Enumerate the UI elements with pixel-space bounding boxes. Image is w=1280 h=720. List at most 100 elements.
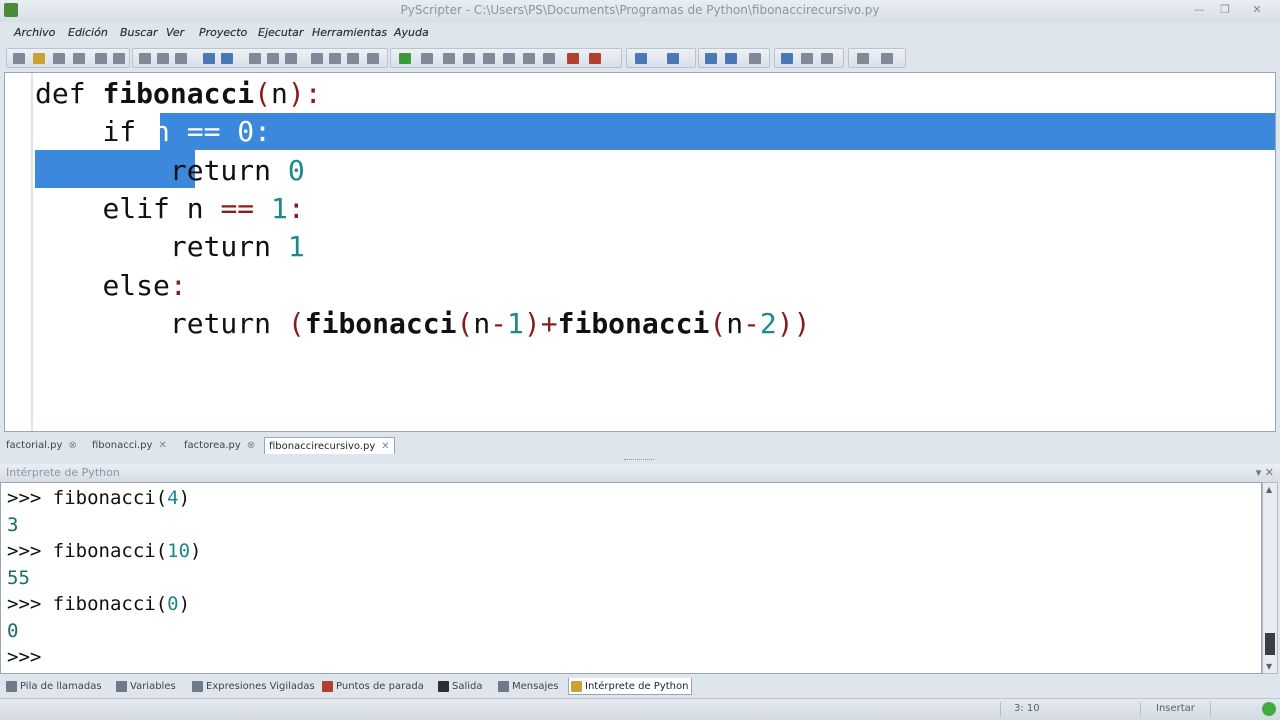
close-tab-icon[interactable]: ⊗ — [68, 440, 76, 451]
layouts-icon[interactable] — [857, 53, 869, 64]
menu-herramientas[interactable]: Herramientas — [312, 26, 387, 39]
window-title: PyScripter - C:\Users\PS\Documents\Progr… — [400, 3, 880, 17]
console-output: 0 — [7, 619, 19, 642]
watches-icon — [192, 681, 203, 692]
selection-highlight — [160, 113, 1275, 150]
menu-bar: Archivo Edición Buscar Ver Proyecto Ejec… — [0, 24, 1280, 44]
run-toolbar-group — [390, 48, 622, 68]
status-ok-icon — [1262, 702, 1276, 716]
tab-factorea[interactable]: factorea.py ⊗ — [180, 437, 259, 454]
close-button[interactable]: ✕ — [1242, 2, 1272, 18]
tab-label: fibonacci.py — [92, 440, 153, 451]
step-over-icon[interactable] — [483, 53, 495, 64]
cursor-position: 3: 10 — [1014, 703, 1040, 714]
tab-fibonaccirecursivo[interactable]: fibonaccirecursivo.py ✕ — [264, 437, 395, 454]
python-interpreter-icon — [571, 681, 582, 692]
tab-label: Expresiones Vigiladas — [206, 681, 315, 692]
tab-breakpoints[interactable]: Puntos de parada — [320, 678, 427, 695]
python-interpreter-console[interactable]: >>> fibonacci(4) 3 >>> fibonacci(10) 55 >>> … — [0, 482, 1262, 674]
word-wrap-icon[interactable] — [749, 53, 761, 64]
interpreter-title: Intérprete de Python — [6, 466, 120, 479]
unsplit-view-icon[interactable] — [725, 53, 737, 64]
scroll-up-icon[interactable]: ▲ — [1266, 485, 1272, 494]
minimize-button[interactable]: — — [1188, 2, 1210, 18]
forward-icon[interactable] — [667, 53, 679, 64]
step-into-icon[interactable] — [463, 53, 475, 64]
tab-watches[interactable]: Expresiones Vigiladas — [190, 678, 318, 695]
copy-icon[interactable] — [157, 53, 169, 64]
close-tab-icon[interactable]: ✕ — [381, 441, 389, 452]
splitter-grip — [624, 459, 654, 461]
replace-icon[interactable] — [285, 53, 297, 64]
format-toolbar-group — [774, 48, 844, 68]
tab-call-stack[interactable]: Pila de llamadas — [4, 678, 105, 695]
tab-python-interpreter[interactable]: Intérprete de Python — [568, 678, 693, 695]
tab-fibonacci[interactable]: fibonacci.py ✕ — [88, 437, 171, 454]
line-numbers-icon[interactable] — [781, 53, 793, 64]
maximize-button[interactable]: ❐ — [1214, 2, 1236, 18]
new-file-icon[interactable] — [13, 53, 25, 64]
editor-gutter — [31, 73, 33, 431]
find-next-icon[interactable] — [267, 53, 279, 64]
run-icon[interactable] — [399, 53, 411, 64]
tab-factorial[interactable]: factorial.py ⊗ — [2, 437, 81, 454]
tab-label: Mensajes — [512, 681, 559, 692]
dedent-icon[interactable] — [329, 53, 341, 64]
file-toolbar-group — [6, 48, 130, 68]
tab-output[interactable]: Salida — [436, 678, 486, 695]
split-view-icon[interactable] — [705, 53, 717, 64]
comment-icon[interactable] — [347, 53, 359, 64]
open-file-icon[interactable] — [33, 53, 45, 64]
bottom-tabs: Pila de llamadas Variables Expresiones V… — [0, 676, 1280, 696]
tab-variables[interactable]: Variables — [114, 678, 179, 695]
undo-icon[interactable] — [203, 53, 215, 64]
close-tab-icon[interactable]: ✕ — [158, 440, 166, 451]
find-icon[interactable] — [249, 53, 261, 64]
menu-proyecto[interactable]: Proyecto — [199, 26, 247, 39]
indent-icon[interactable] — [311, 53, 323, 64]
redo-icon[interactable] — [221, 53, 233, 64]
print-icon[interactable] — [95, 53, 107, 64]
tab-label: Salida — [452, 681, 483, 692]
maximize-editor-icon[interactable] — [881, 53, 893, 64]
console-output: 3 — [7, 513, 19, 536]
close-tab-icon[interactable]: ⊗ — [247, 440, 255, 451]
menu-archivo[interactable]: Archivo — [14, 26, 55, 39]
insert-mode: Insertar — [1156, 703, 1195, 714]
step-out-icon[interactable] — [503, 53, 515, 64]
scrollbar-thumb[interactable] — [1265, 633, 1275, 655]
console-scrollbar[interactable]: ▲ ▼ — [1262, 482, 1278, 674]
tab-messages[interactable]: Mensajes — [496, 678, 562, 695]
tab-label: factorial.py — [6, 440, 63, 451]
menu-ayuda[interactable]: Ayuda — [394, 26, 429, 39]
console-output: 55 — [7, 566, 30, 589]
back-icon[interactable] — [635, 53, 647, 64]
save-all-icon[interactable] — [73, 53, 85, 64]
menu-ver[interactable]: Ver — [166, 26, 184, 39]
toggle-breakpoint-icon[interactable] — [567, 53, 579, 64]
status-separator — [1210, 702, 1211, 717]
special-chars-icon[interactable] — [821, 53, 833, 64]
scroll-down-icon[interactable]: ▼ — [1266, 662, 1272, 671]
cut-icon[interactable] — [139, 53, 151, 64]
panel-controls[interactable]: ▾ ✕ — [1256, 466, 1274, 479]
code-line: return 1 — [169, 230, 305, 264]
clear-breakpoints-icon[interactable] — [589, 53, 601, 64]
print-preview-icon[interactable] — [113, 53, 125, 64]
messages-icon — [498, 681, 509, 692]
console-input: >>> — [7, 646, 53, 668]
menu-buscar[interactable]: Buscar — [120, 26, 158, 39]
run-to-cursor-icon[interactable] — [443, 53, 455, 64]
pause-icon[interactable] — [523, 53, 535, 64]
menu-edicion[interactable]: Edición — [68, 26, 108, 39]
stop-icon[interactable] — [543, 53, 555, 64]
whitespace-icon[interactable] — [801, 53, 813, 64]
code-editor[interactable]: def fibonacci(n): if n == 0: return 0 el… — [4, 72, 1276, 432]
panel-splitter[interactable] — [0, 456, 1280, 464]
menu-ejecutar[interactable]: Ejecutar — [258, 26, 303, 39]
save-icon[interactable] — [53, 53, 65, 64]
debug-icon[interactable] — [421, 53, 433, 64]
paste-icon[interactable] — [175, 53, 187, 64]
console-input: >>> fibonacci(4) — [7, 487, 191, 509]
syntax-check-icon[interactable] — [367, 53, 379, 64]
